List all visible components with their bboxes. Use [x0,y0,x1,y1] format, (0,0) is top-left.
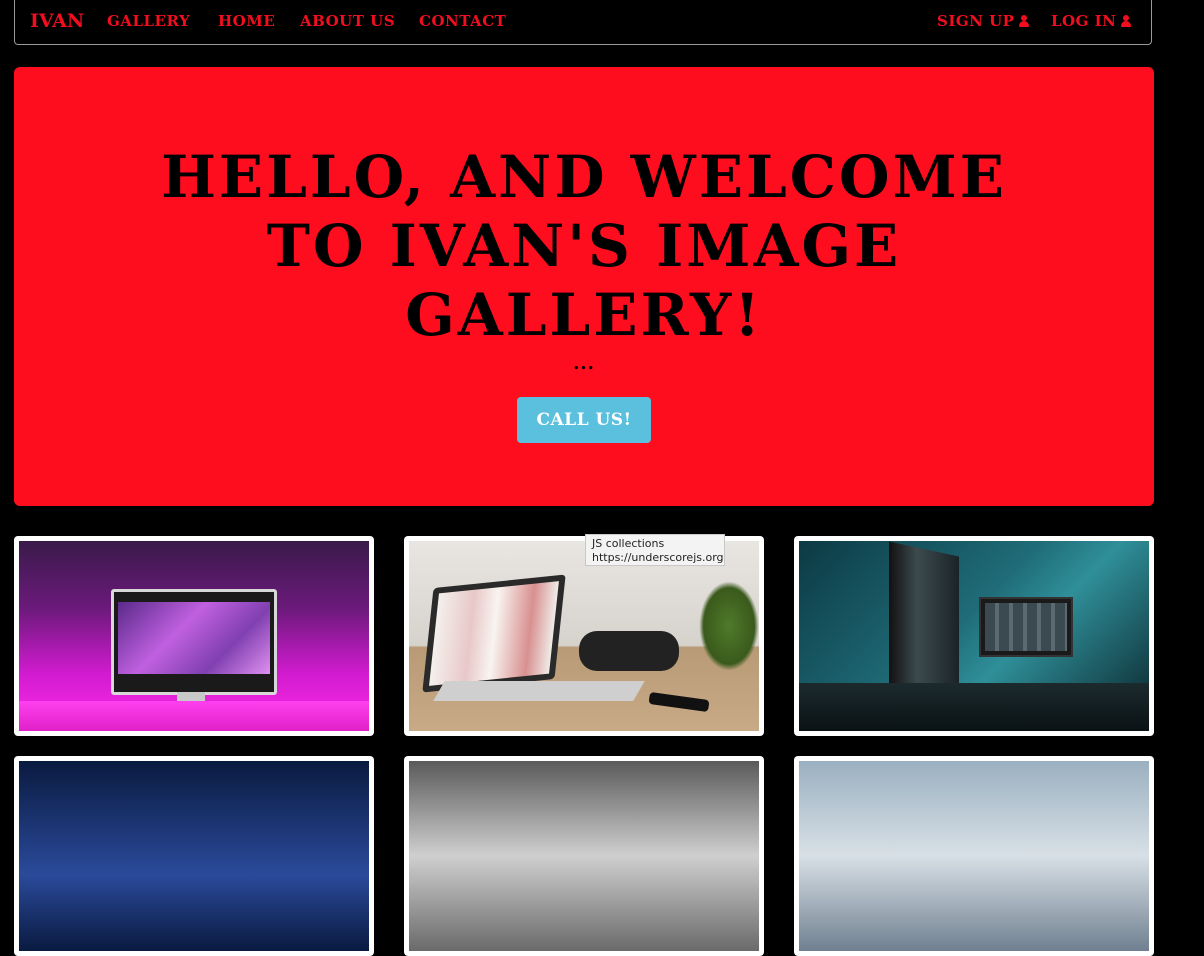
image-monitor [111,589,277,695]
gallery-thumbnail-3[interactable] [794,536,1154,736]
log-in-link[interactable]: LOG IN [1051,12,1132,30]
tooltip-url: https://underscorejs.org [592,551,724,564]
gallery-image [799,541,1149,731]
gallery-thumbnail-2[interactable] [404,536,764,736]
user-icon [1019,15,1030,27]
tooltip-title: JS collections [592,537,665,550]
gallery-image [799,761,1149,951]
hero-title: HELLO, AND WELCOME TO IVAN'S IMAGE GALLE… [161,143,1007,349]
gallery-thumbnail-1[interactable] [14,536,374,736]
gallery-image [409,761,759,951]
top-navbar: IVAN GALLERY HOME ABOUT US CONTACT SIGN … [14,0,1152,45]
nav-contact-link[interactable]: CONTACT [419,12,506,30]
nav-home-link[interactable]: HOME [218,12,275,30]
gallery-image [409,541,759,731]
brand-link[interactable]: IVAN [30,10,84,32]
link-tooltip: JS collections https://underscorejs.org [585,534,725,566]
nav-gallery-link[interactable]: GALLERY [107,12,190,30]
call-us-button[interactable]: CALL US! [517,397,651,443]
user-icon [1121,15,1132,27]
hero-ellipsis: ... [573,353,595,374]
nav-about-link[interactable]: ABOUT US [300,12,395,30]
log-in-label: LOG IN [1051,12,1117,30]
hero-jumbotron: HELLO, AND WELCOME TO IVAN'S IMAGE GALLE… [14,67,1154,506]
gallery-thumbnail-5[interactable] [404,756,764,956]
gallery-image [19,541,369,731]
gallery-thumbnail-4[interactable] [14,756,374,956]
sign-up-label: SIGN UP [937,12,1015,30]
sign-up-link[interactable]: SIGN UP [937,12,1030,30]
gallery-thumbnail-6[interactable] [794,756,1154,956]
gallery-image [19,761,369,951]
